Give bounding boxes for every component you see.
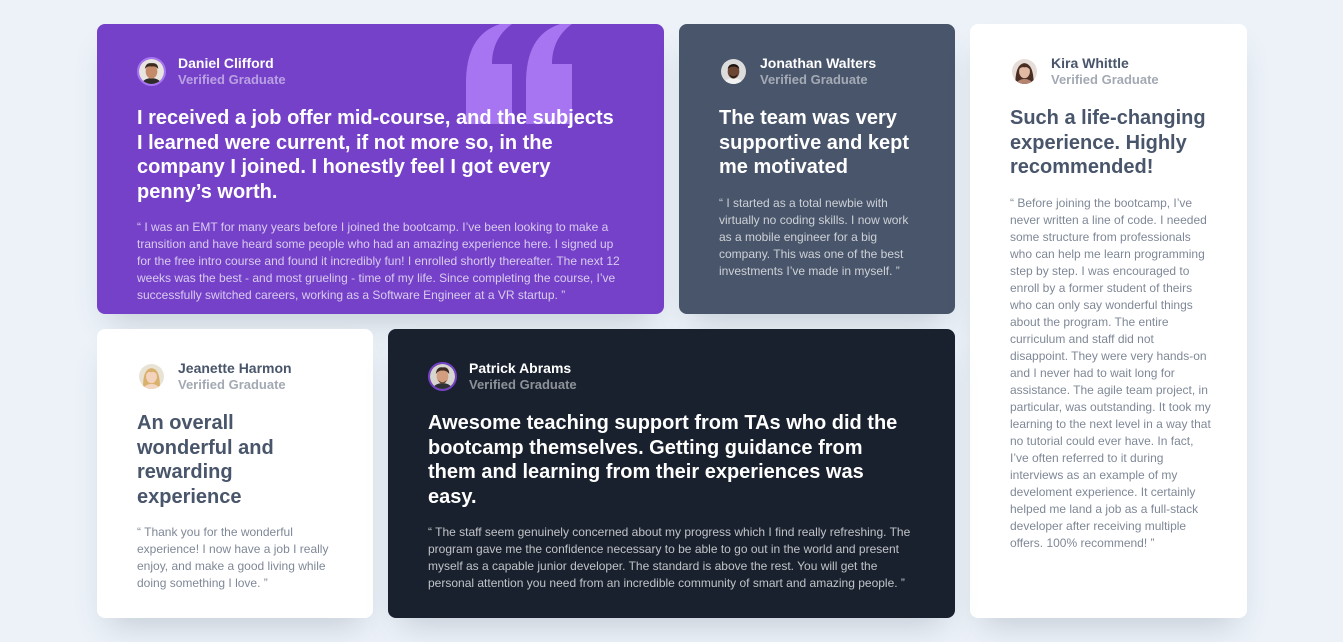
testimonial-name: Patrick Abrams — [469, 360, 572, 376]
testimonial-headline: Such a life-changing experience. Highly … — [1010, 107, 1206, 178]
testimonial-card-jeanette: Jeanette Harmon Verified Graduate An ove… — [97, 329, 373, 618]
testimonial-header: Patrick Abrams Verified Graduate — [428, 360, 915, 393]
testimonial-body: “ Before joining the bootcamp, I’ve neve… — [1010, 195, 1211, 550]
avatar-kira-icon — [1010, 57, 1039, 86]
testimonial-header: Daniel Clifford Verified Graduate — [137, 55, 624, 88]
testimonial-card-daniel: Daniel Clifford Verified Graduate I rece… — [97, 24, 664, 314]
testimonial-name: Daniel Clifford — [178, 55, 274, 71]
testimonial-card-jonathan: Jonathan Walters Verified Graduate The t… — [679, 24, 955, 314]
testimonial-card-kira: Kira Whittle Verified Graduate Such a li… — [970, 24, 1247, 618]
testimonial-name: Kira Whittle — [1051, 55, 1129, 71]
testimonial-card-patrick: Patrick Abrams Verified Graduate Awesome… — [388, 329, 955, 618]
testimonial-status: Verified Graduate — [178, 377, 286, 392]
testimonial-headline: The team was very supportive and kept me… — [719, 107, 910, 178]
testimonial-headline: I received a job offer mid-course, and t… — [137, 107, 614, 203]
testimonial-status: Verified Graduate — [1051, 72, 1159, 87]
testimonial-name: Jonathan Walters — [760, 55, 877, 71]
testimonial-status: Verified Graduate — [469, 377, 577, 392]
testimonial-status: Verified Graduate — [760, 72, 868, 87]
avatar-jeanette-icon — [137, 362, 166, 391]
testimonial-body: “ I was an EMT for many years before I j… — [137, 220, 620, 302]
testimonial-headline: Awesome teaching support from TAs who di… — [428, 412, 898, 508]
testimonial-header: Kira Whittle Verified Graduate — [1010, 55, 1211, 88]
testimonial-header: Jeanette Harmon Verified Graduate — [137, 360, 333, 393]
testimonial-body: “ Thank you for the wonderful experience… — [137, 525, 329, 590]
testimonial-headline: An overall wonderful and rewarding exper… — [137, 412, 274, 508]
avatar-daniel-icon — [137, 57, 166, 86]
testimonial-header: Jonathan Walters Verified Graduate — [719, 55, 915, 88]
testimonial-name: Jeanette Harmon — [178, 360, 292, 376]
testimonial-body: “ The staff seem genuinely concerned abo… — [428, 525, 911, 590]
avatar-jonathan-icon — [719, 57, 748, 86]
avatar-patrick-icon — [428, 362, 457, 391]
testimonial-status: Verified Graduate — [178, 72, 286, 87]
testimonial-body: “ I started as a total newbie with virtu… — [719, 195, 909, 278]
